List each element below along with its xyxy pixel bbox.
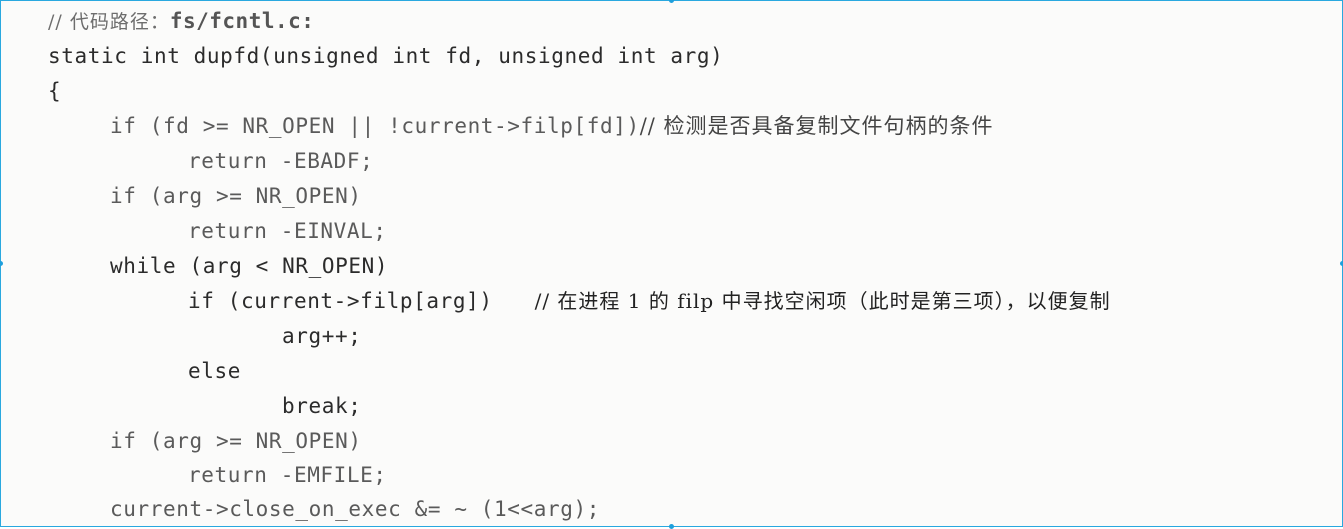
code-text: return -EBADF; xyxy=(188,149,374,173)
code-comment: // 在进程 1 的 filp 中寻找空闲项（此时是第三项），以便复制 xyxy=(534,289,1111,313)
code-line-10: else xyxy=(188,358,241,384)
code-line-2: { xyxy=(48,78,61,104)
code-line-1: static int dupfd(unsigned int fd, unsign… xyxy=(48,43,723,69)
code-text: if (arg >= NR_OPEN) xyxy=(110,429,362,453)
code-path-header: // 代码路径：fs/fcntl.c: xyxy=(48,8,314,35)
code-text: static int dupfd(unsigned int fd, unsign… xyxy=(48,44,724,68)
code-block: // 代码路径：fs/fcntl.c: static int dupfd(uns… xyxy=(0,0,1343,527)
code-line-11: break; xyxy=(282,393,361,419)
code-text: break; xyxy=(282,394,362,418)
code-text: return -EINVAL; xyxy=(188,219,387,243)
code-line-5: if (arg >= NR_OPEN) xyxy=(110,183,362,209)
code-text: if (fd >= NR_OPEN || !current->filp[fd]) xyxy=(110,114,640,138)
code-line-14: current->close_on_exec &= ~ (1<<arg); xyxy=(110,496,600,522)
code-text: if (current->filp[arg]) xyxy=(188,289,493,313)
code-text: while (arg < NR_OPEN) xyxy=(110,254,389,278)
file-path: fs/fcntl.c: xyxy=(169,9,315,33)
code-line-6: return -EINVAL; xyxy=(188,218,387,244)
code-line-8: if (current->filp[arg]) // 在进程 1 的 filp 中… xyxy=(188,288,1111,314)
code-text: if (arg >= NR_OPEN) xyxy=(110,184,362,208)
code-text: arg++; xyxy=(282,324,362,348)
code-line-3: if (fd >= NR_OPEN || !current->filp[fd])… xyxy=(110,113,994,139)
code-text: current->close_on_exec &= ~ (1<<arg); xyxy=(110,497,600,521)
code-line-7: while (arg < NR_OPEN) xyxy=(110,253,388,279)
code-line-12: if (arg >= NR_OPEN) xyxy=(110,428,362,454)
code-comment: // 检测是否具备复制文件句柄的条件 xyxy=(639,114,994,138)
code-line-13: return -EMFILE; xyxy=(188,462,387,488)
code-text: else xyxy=(188,359,241,383)
code-text: { xyxy=(48,79,62,103)
code-text: return -EMFILE; xyxy=(188,463,387,487)
path-comment-label: // 代码路径： xyxy=(48,11,170,33)
code-line-4: return -EBADF; xyxy=(188,148,373,174)
code-line-9: arg++; xyxy=(282,323,361,349)
